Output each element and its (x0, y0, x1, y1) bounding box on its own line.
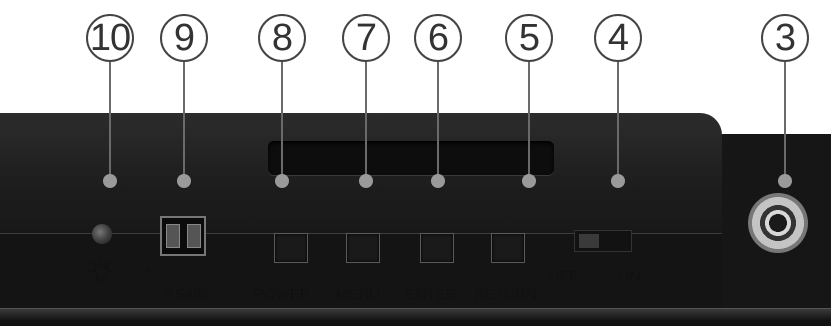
leader-line-9 (183, 62, 185, 178)
marker-dot-3 (778, 174, 792, 188)
marker-dot-4 (611, 174, 625, 188)
marker-dot-5 (522, 174, 536, 188)
power-switch[interactable] (574, 230, 632, 252)
leader-line-7 (365, 62, 367, 178)
rs485-plus-label: + (145, 262, 153, 277)
menu-button[interactable] (346, 233, 380, 263)
callout-8: 8 (258, 14, 306, 62)
power-switch-knob[interactable] (579, 234, 599, 248)
rs485-minus-label: – (228, 262, 236, 277)
bnc-connector-icon[interactable] (748, 193, 808, 253)
light-bulb-icon (88, 256, 114, 285)
enter-button[interactable] (420, 233, 454, 263)
marker-dot-8 (275, 174, 289, 188)
power-button[interactable] (274, 233, 308, 263)
marker-dot-10 (103, 174, 117, 188)
callout-10: 10 (86, 14, 134, 62)
callout-9: 9 (160, 14, 208, 62)
marker-dot-6 (431, 174, 445, 188)
leader-line-5 (528, 62, 530, 178)
marker-dot-7 (359, 174, 373, 188)
callout-6: 6 (414, 14, 462, 62)
callout-7: 7 (342, 14, 390, 62)
rs485-label: RS485 (164, 286, 210, 303)
power-label: POWER (254, 286, 311, 303)
leader-line-10 (109, 62, 111, 178)
indicator-led (92, 224, 112, 244)
menu-label: MENU (336, 286, 381, 303)
rs485-pin-plus (165, 224, 180, 248)
enter-label: ENTER (406, 286, 457, 303)
leader-line-3 (784, 62, 786, 178)
leader-line-8 (281, 62, 283, 178)
return-button[interactable] (491, 233, 525, 263)
off-label: OFF (548, 268, 578, 285)
card-slot[interactable] (268, 141, 554, 175)
on-label: ON (618, 268, 641, 285)
rs485-terminal[interactable] (160, 216, 206, 256)
callout-5: 5 (505, 14, 553, 62)
leader-line-4 (617, 62, 619, 178)
marker-dot-9 (177, 174, 191, 188)
rs485-pin-minus (186, 224, 201, 248)
return-label: RETURN (474, 286, 537, 303)
callout-4: 4 (594, 14, 642, 62)
callout-3: 3 (761, 14, 809, 62)
leader-line-6 (437, 62, 439, 178)
device-bottom-rail (0, 308, 831, 326)
